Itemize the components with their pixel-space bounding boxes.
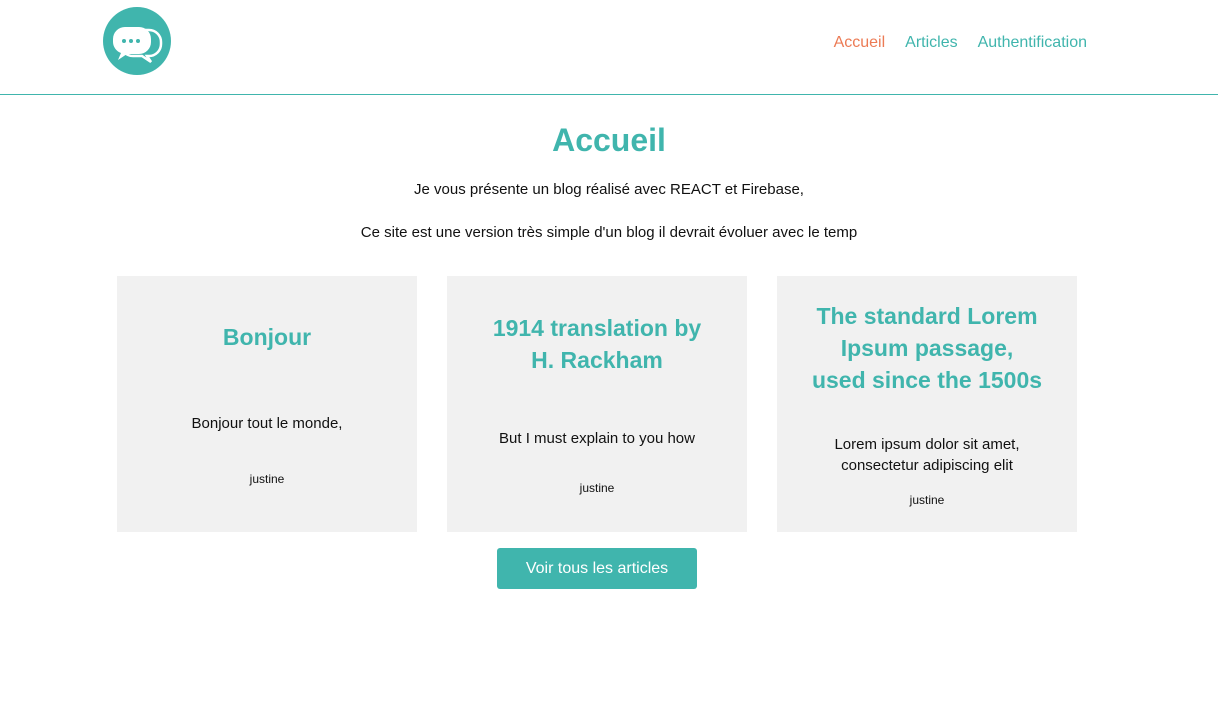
article-author: justine bbox=[909, 493, 945, 507]
nav-link-accueil[interactable]: Accueil bbox=[834, 34, 886, 52]
site-header: Accueil Articles Authentification bbox=[0, 0, 1218, 95]
article-excerpt: But I must explain to you how bbox=[499, 430, 695, 447]
article-excerpt: Bonjour tout le monde, bbox=[191, 415, 343, 432]
intro-text: Ce site est une version très simple d'un… bbox=[360, 224, 858, 241]
intro-text: Je vous présente un blog réalisé avec RE… bbox=[414, 181, 804, 198]
article-excerpt: Lorem ipsum dolor sit amet, consectetur … bbox=[834, 436, 1020, 474]
article-title[interactable]: The standard Lorem Ipsum passage, used s… bbox=[811, 300, 1043, 396]
page-title: Accueil bbox=[552, 122, 666, 158]
article-card[interactable]: 1914 translation by H. Rackham But I mus… bbox=[447, 276, 747, 532]
chat-bubbles-icon bbox=[113, 27, 163, 64]
article-cards: Bonjour Bonjour tout le monde, justine 1… bbox=[117, 276, 1077, 532]
hero-section: Accueil Je vous présente un blog réalisé… bbox=[0, 95, 1218, 242]
nav-link-authentification[interactable]: Authentification bbox=[978, 34, 1087, 52]
article-author: justine bbox=[249, 472, 285, 486]
article-author: justine bbox=[579, 481, 615, 495]
logo[interactable] bbox=[103, 7, 171, 75]
nav-link-articles[interactable]: Articles bbox=[905, 34, 957, 52]
article-card[interactable]: Bonjour Bonjour tout le monde, justine bbox=[117, 276, 417, 532]
main-nav: Accueil Articles Authentification bbox=[834, 34, 1087, 52]
article-title[interactable]: 1914 translation by H. Rackham bbox=[481, 312, 713, 376]
view-all-articles-button[interactable]: Voir tous les articles bbox=[497, 548, 697, 589]
article-card[interactable]: The standard Lorem Ipsum passage, used s… bbox=[777, 276, 1077, 532]
article-title[interactable]: Bonjour bbox=[223, 321, 311, 353]
